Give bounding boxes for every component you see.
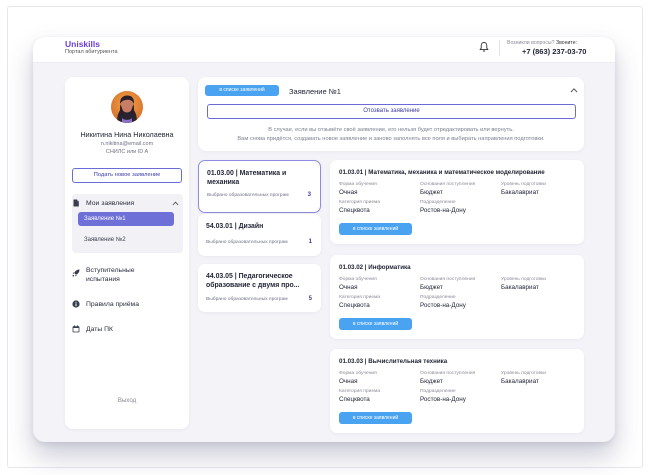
program-status-button[interactable]: в списке заявлений	[339, 412, 412, 424]
user-snils: СНИЛС или ID A	[105, 149, 149, 155]
nav-admission-rules-label: Правила приёма	[86, 300, 139, 308]
user-email: n.nikitina@email.com	[100, 141, 154, 147]
document-icon	[73, 199, 79, 207]
program-status-button[interactable]: в списке заявлений	[339, 318, 412, 330]
phone-number[interactable]: +7 (863) 237-03-70	[522, 47, 586, 56]
program-title: 01.03.01 | Математика, механика и матема…	[339, 169, 545, 176]
nav-my-applications-label: Мои заявления	[86, 199, 135, 207]
contact-question: Возникли вопросы? Звоните:	[507, 40, 578, 46]
direction-card[interactable]: 01.03.00 | Математика и механика Выбрано…	[198, 160, 321, 213]
avatar[interactable]	[111, 91, 143, 123]
category-label: Категория приема	[339, 295, 381, 300]
program-title: 01.03.02 | Информатика	[339, 264, 411, 271]
basis-label: Основания поступления	[420, 182, 476, 187]
division-value: Ростов-на-Дону	[420, 207, 466, 214]
brand-name[interactable]: Uniskills	[65, 39, 100, 49]
direction-card[interactable]: 44.03.05 | Педагогическое образование с …	[198, 264, 321, 312]
user-name: Никитина Нина Николаевна	[80, 130, 174, 139]
direction-programs-count: 1	[308, 239, 312, 245]
direction-title: 01.03.00 | Математика и механика	[207, 170, 287, 186]
new-application-button[interactable]: Подать новое заявление	[72, 168, 182, 183]
basis-value: Бюджет	[420, 189, 443, 196]
chevron-up-icon[interactable]	[570, 87, 578, 93]
direction-title: 54.03.01 | Дизайн	[206, 223, 264, 230]
program-card: 01.03.01 | Математика, механика и матема…	[330, 160, 584, 244]
nav-pk-dates-label: Даты ПК	[86, 325, 113, 333]
category-value: Спецквота	[339, 396, 370, 403]
level-value: Бакалавриат	[501, 378, 539, 385]
withdraw-application-button[interactable]: Отозвать заявление	[207, 104, 576, 119]
direction-programs-label: Выбрано образовательных програм	[206, 297, 288, 302]
division-value: Ростов-на-Дону	[420, 302, 466, 309]
basis-label: Основания поступления	[420, 277, 476, 282]
direction-programs-label: Выбрано образовательных програм	[207, 193, 289, 198]
program-card: 01.03.02 | Информатика Форма обучения Ос…	[330, 255, 584, 339]
direction-programs-count: 3	[307, 192, 311, 198]
direction-programs-count: 5	[308, 296, 312, 302]
program-title: 01.03.03 | Вычислительная техника	[339, 358, 448, 365]
category-value: Спецквота	[339, 302, 370, 309]
division-value: Ростов-на-Дону	[420, 396, 466, 403]
chevron-up-icon[interactable]	[172, 201, 179, 206]
basis-value: Бюджет	[420, 284, 443, 291]
brand-subtitle: Портал абитуриента	[65, 49, 118, 55]
form-label: Форма обучения	[339, 277, 377, 282]
form-value: Очная	[339, 189, 358, 196]
category-label: Категория приема	[339, 389, 381, 394]
rocket-icon	[72, 269, 80, 277]
basis-value: Бюджет	[420, 378, 443, 385]
level-value: Бакалавриат	[501, 189, 539, 196]
division-label: Подразделение	[420, 389, 456, 394]
top-header: Uniskills Портал абитуриента Возникли во…	[33, 37, 615, 63]
header-divider	[499, 40, 500, 56]
nav-application-2[interactable]: Заявление №2	[84, 237, 126, 243]
program-status-button[interactable]: в списке заявлений	[339, 223, 412, 235]
nav-admission-rules[interactable]: Правила приёма	[72, 300, 139, 308]
app-window: Uniskills Портал абитуриента Возникли во…	[33, 37, 615, 442]
exit-link[interactable]: Выход	[65, 397, 189, 404]
category-label: Категория приема	[339, 200, 381, 205]
form-value: Очная	[339, 378, 358, 385]
withdraw-warning: В случае, если вы отзывёте своё заявлени…	[237, 127, 545, 142]
application-card: в списке заявлений Заявление №1 Отозвать…	[198, 77, 584, 151]
form-label: Форма обучения	[339, 371, 377, 376]
calendar-icon	[72, 325, 80, 333]
sidebar: Никитина Нина Николаевна n.nikitina@emai…	[65, 77, 189, 429]
nav-my-applications[interactable]: Мои заявления	[72, 199, 134, 207]
info-icon	[72, 300, 80, 308]
direction-card[interactable]: 54.03.01 | Дизайн Выбрано образовательны…	[198, 214, 321, 256]
form-value: Очная	[339, 284, 358, 291]
division-label: Подразделение	[420, 200, 456, 205]
form-label: Форма обучения	[339, 182, 377, 187]
nav-entrance-tests-label: Вступительные испытания	[86, 267, 135, 283]
level-label: Уровень подготовки	[501, 371, 546, 376]
level-value: Бакалавриат	[501, 284, 539, 291]
application-status-badge: в списке заявлений	[205, 85, 279, 96]
category-value: Спецквота	[339, 207, 370, 214]
nav-application-1[interactable]: Заявление №1	[78, 212, 174, 226]
nav-entrance-tests[interactable]: Вступительные испытания	[72, 267, 135, 284]
program-card: 01.03.03 | Вычислительная техника Форма …	[330, 349, 584, 433]
direction-programs-label: Выбрано образовательных програм	[206, 240, 288, 245]
application-title: Заявление №1	[289, 87, 341, 96]
direction-title: 44.03.05 | Педагогическое образование с …	[206, 273, 300, 289]
nav-pk-dates[interactable]: Даты ПК	[72, 325, 113, 333]
level-label: Уровень подготовки	[501, 182, 546, 187]
level-label: Уровень подготовки	[501, 277, 546, 282]
basis-label: Основания поступления	[420, 371, 476, 376]
division-label: Подразделение	[420, 295, 456, 300]
bell-icon[interactable]	[478, 41, 490, 53]
